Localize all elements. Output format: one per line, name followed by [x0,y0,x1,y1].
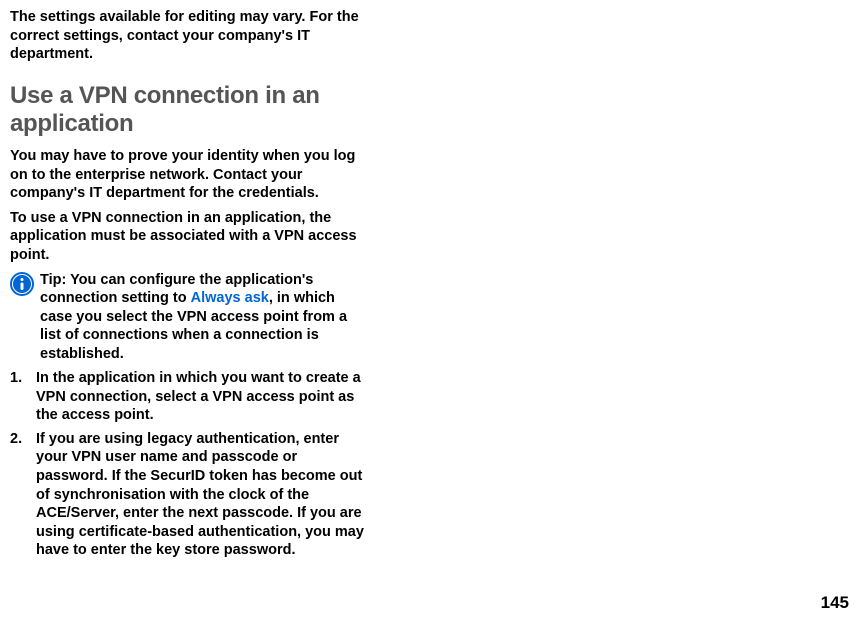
info-icon [10,272,34,301]
intro-paragraph: The settings available for editing may v… [10,8,365,64]
page-number: 145 [821,593,849,613]
tip-label: Tip: [40,272,66,288]
content-column: The settings available for editing may v… [10,8,365,560]
list-item: If you are using legacy authentication, … [10,430,365,560]
tip-block: Tip: You can configure the application's… [10,271,365,364]
steps-list: In the application in which you want to … [10,369,365,559]
body-paragraph-2: To use a VPN connection in an applicatio… [10,209,365,265]
tip-highlight: Always ask [191,290,269,306]
body-paragraph-1: You may have to prove your identity when… [10,147,365,203]
list-item: In the application in which you want to … [10,369,365,425]
section-heading: Use a VPN connection in an application [10,82,365,140]
tip-text: Tip: You can configure the application's… [40,271,365,364]
